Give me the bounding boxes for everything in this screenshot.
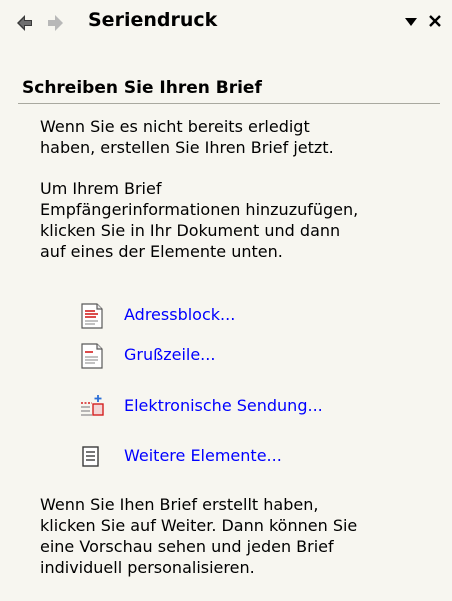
outro-line: eine Vorschau sehen und jeden Brief (40, 537, 334, 556)
address-block-link[interactable]: Adressblock... (78, 302, 418, 330)
address-block-label: Adressblock... (124, 305, 236, 324)
arrow-right-icon[interactable] (44, 12, 66, 34)
close-icon[interactable] (427, 13, 443, 29)
intro-line: haben, erstellen Sie Ihren Brief jetzt. (40, 138, 334, 157)
outro-text: Wenn Sie Ihen Brief erstellt haben, klic… (40, 494, 440, 578)
greeting-line-link[interactable]: Grußzeile... (78, 342, 418, 370)
outro-line: klicken Sie auf Weiter. Dann können Sie (40, 516, 358, 535)
section-divider (18, 103, 440, 104)
more-items-label: Weitere Elemente... (124, 446, 282, 465)
instruction-line: auf eines der Elemente unten. (40, 242, 283, 261)
electronic-postage-icon (81, 395, 104, 416)
electronic-postage-link[interactable]: Elektronische Sendung... (78, 393, 418, 421)
dropdown-arrow-icon[interactable] (404, 15, 418, 29)
instruction-text: Um Ihrem Brief Empfängerinformationen hi… (40, 178, 440, 262)
instruction-line: klicken Sie in Ihr Dokument und dann (40, 221, 341, 240)
outro-line: Wenn Sie Ihen Brief erstellt haben, (40, 495, 319, 514)
electronic-postage-label: Elektronische Sendung... (124, 396, 323, 415)
instruction-line: Um Ihrem Brief (40, 179, 162, 198)
outro-line: individuell personalisieren. (40, 558, 255, 577)
address-block-icon (81, 303, 103, 329)
greeting-line-icon (81, 343, 103, 369)
mail-merge-task-pane: Seriendruck Schreiben Sie Ihren Brief We… (0, 0, 452, 601)
arrow-left-icon[interactable] (14, 12, 36, 34)
more-items-link[interactable]: Weitere Elemente... (78, 443, 418, 471)
intro-text: Wenn Sie es nicht bereits erledigt haben… (40, 116, 440, 158)
more-items-icon (82, 446, 99, 467)
intro-line: Wenn Sie es nicht bereits erledigt (40, 117, 310, 136)
greeting-line-label: Grußzeile... (124, 345, 216, 364)
section-heading: Schreiben Sie Ihren Brief (22, 78, 262, 98)
task-pane-titlebar: Seriendruck (0, 0, 452, 44)
instruction-line: Empfängerinformationen hinzuzufügen, (40, 200, 359, 219)
task-pane-title: Seriendruck (88, 9, 218, 31)
